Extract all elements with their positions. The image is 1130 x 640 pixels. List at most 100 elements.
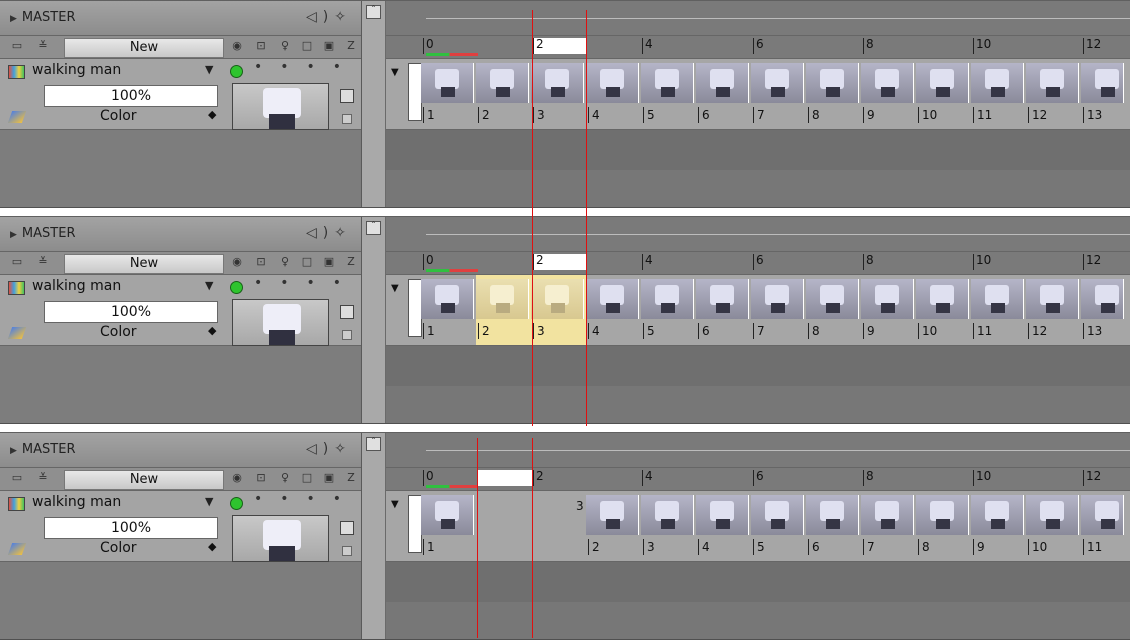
mask-toggle[interactable] (340, 521, 354, 535)
stepper-icon[interactable]: ◆ (208, 540, 216, 553)
layer-toggles[interactable]: •••• (254, 59, 359, 75)
small-toggle[interactable] (342, 114, 352, 124)
speaker-icon[interactable]: ◁) (306, 441, 334, 457)
layer-row[interactable]: walking man ▼ •••• 100% Color ◆ (0, 275, 361, 346)
frame-cell[interactable] (476, 63, 529, 103)
small-toggle[interactable] (342, 330, 352, 340)
mask-toggle[interactable] (340, 305, 354, 319)
mask-toggle[interactable] (340, 89, 354, 103)
layer-type-icon[interactable]: ≚ (36, 39, 50, 52)
new-layer-button[interactable]: New (64, 254, 224, 274)
frame-cell[interactable] (806, 279, 859, 319)
frame-ruler[interactable]: 0 2 4 6 8 10 12 (386, 468, 1130, 491)
frame-cell[interactable] (971, 63, 1024, 103)
frame-cell[interactable] (641, 63, 694, 103)
chevron-down-icon[interactable]: ▼ (205, 495, 213, 508)
onion-skin-icon[interactable]: ✧ (334, 9, 352, 25)
vertical-scrollbar[interactable]: ˆ (362, 1, 386, 207)
stepper-icon[interactable]: ◆ (208, 324, 216, 337)
layer-name[interactable]: walking man (32, 62, 121, 78)
master-bar[interactable]: ▶ MASTER ◁)✧ (0, 433, 361, 468)
layer-name[interactable]: walking man (32, 494, 121, 510)
frame-cell-selected[interactable] (476, 279, 529, 319)
layer-toggles[interactable]: •••• (254, 275, 359, 291)
layer-row[interactable]: walking man ▼ •••• 100% Color ◆ (0, 491, 361, 562)
folder-icon[interactable]: ▭ (10, 255, 24, 268)
layer-track[interactable]: ▼ 1 2 3 4 5 6 7 8 9 10 11 12 13 (386, 275, 1130, 346)
frame-cell[interactable] (916, 495, 969, 535)
green-dot-icon[interactable] (230, 497, 243, 510)
frame-cell[interactable] (751, 495, 804, 535)
frame-cell[interactable] (806, 495, 859, 535)
onion-skin-icon[interactable]: ✧ (334, 225, 352, 241)
frame-cell[interactable] (1026, 495, 1079, 535)
frame-cell[interactable] (641, 279, 694, 319)
frame-cell[interactable] (531, 63, 584, 103)
frame-cell[interactable] (861, 495, 914, 535)
layer-type-icon[interactable]: ≚ (36, 471, 50, 484)
frame-cell[interactable] (806, 63, 859, 103)
frame-cell[interactable] (421, 495, 474, 535)
vertical-scrollbar[interactable]: ˆ (362, 433, 386, 639)
frame-icon[interactable]: □ (300, 255, 314, 268)
frame-cell[interactable] (421, 63, 474, 103)
layer-toggles[interactable]: •••• (254, 491, 359, 507)
frame-cell-selected[interactable] (531, 279, 584, 319)
new-layer-button[interactable]: New (64, 38, 224, 58)
chevron-down-icon[interactable]: ▼ (391, 283, 399, 294)
eye-icon[interactable]: ◉ (230, 471, 244, 484)
playhead-line[interactable] (586, 10, 587, 426)
frame-cell[interactable] (916, 279, 969, 319)
frame-icon[interactable]: □ (300, 471, 314, 484)
frame-cell[interactable] (971, 279, 1024, 319)
frame-cell[interactable] (696, 63, 749, 103)
layer-track[interactable]: ▼ 1 2 3 4 5 6 7 8 9 10 11 12 13 (386, 59, 1130, 130)
onion-skin-icon[interactable]: ✧ (334, 441, 352, 457)
green-dot-icon[interactable] (230, 281, 243, 294)
lightbulb-icon[interactable]: ♀ (278, 471, 292, 484)
lightbulb-icon[interactable]: ♀ (278, 255, 292, 268)
frame-cell[interactable] (1081, 63, 1124, 103)
speaker-icon[interactable]: ◁) (306, 225, 334, 241)
scroll-up-button[interactable]: ˆ (366, 437, 381, 451)
frame-cell[interactable] (586, 279, 639, 319)
scroll-up-button[interactable]: ˆ (366, 5, 381, 19)
frame-cell[interactable] (1026, 63, 1079, 103)
frame-cell[interactable] (1081, 495, 1124, 535)
mask-icon[interactable]: ▣ (322, 471, 336, 484)
frame-cell[interactable] (861, 279, 914, 319)
triangle-right-icon[interactable]: ▶ (10, 446, 17, 456)
frame-cell[interactable] (586, 63, 639, 103)
frame-cell[interactable] (641, 495, 694, 535)
lock-icon[interactable]: ⊡ (254, 39, 268, 52)
chevron-down-icon[interactable]: ▼ (391, 67, 399, 78)
layer-type-icon[interactable]: ≚ (36, 255, 50, 268)
frame-cell[interactable] (421, 279, 474, 319)
eye-icon[interactable]: ◉ (230, 255, 244, 268)
chevron-down-icon[interactable]: ▼ (205, 279, 213, 292)
playhead-line[interactable] (532, 438, 533, 638)
folder-icon[interactable]: ▭ (10, 471, 24, 484)
playhead-line[interactable] (477, 438, 478, 638)
mask-icon[interactable]: ▣ (322, 39, 336, 52)
frame-cell[interactable] (971, 495, 1024, 535)
vertical-scrollbar[interactable]: ˆ (362, 217, 386, 423)
master-bar[interactable]: ▶ MASTER ◁)✧ (0, 1, 361, 36)
z-order-label[interactable]: Z (344, 471, 358, 484)
frame-ruler[interactable]: 0 2 4 6 8 10 12 (386, 36, 1130, 59)
z-order-label[interactable]: Z (344, 255, 358, 268)
master-bar[interactable]: ▶ MASTER ◁)✧ (0, 217, 361, 252)
chevron-down-icon[interactable]: ▼ (205, 63, 213, 76)
frame-cell[interactable] (586, 495, 639, 535)
frame-icon[interactable]: □ (300, 39, 314, 52)
frame-cell[interactable] (916, 63, 969, 103)
lightbulb-icon[interactable]: ♀ (278, 39, 292, 52)
frame-cell[interactable] (861, 63, 914, 103)
green-dot-icon[interactable] (230, 65, 243, 78)
frame-cell[interactable] (1081, 279, 1124, 319)
folder-icon[interactable]: ▭ (10, 39, 24, 52)
triangle-right-icon[interactable]: ▶ (10, 14, 17, 24)
speaker-icon[interactable]: ◁) (306, 9, 334, 25)
lock-icon[interactable]: ⊡ (254, 255, 268, 268)
layer-track[interactable]: ▼ 3 1 2 3 4 5 6 7 8 9 10 11 (386, 491, 1130, 562)
